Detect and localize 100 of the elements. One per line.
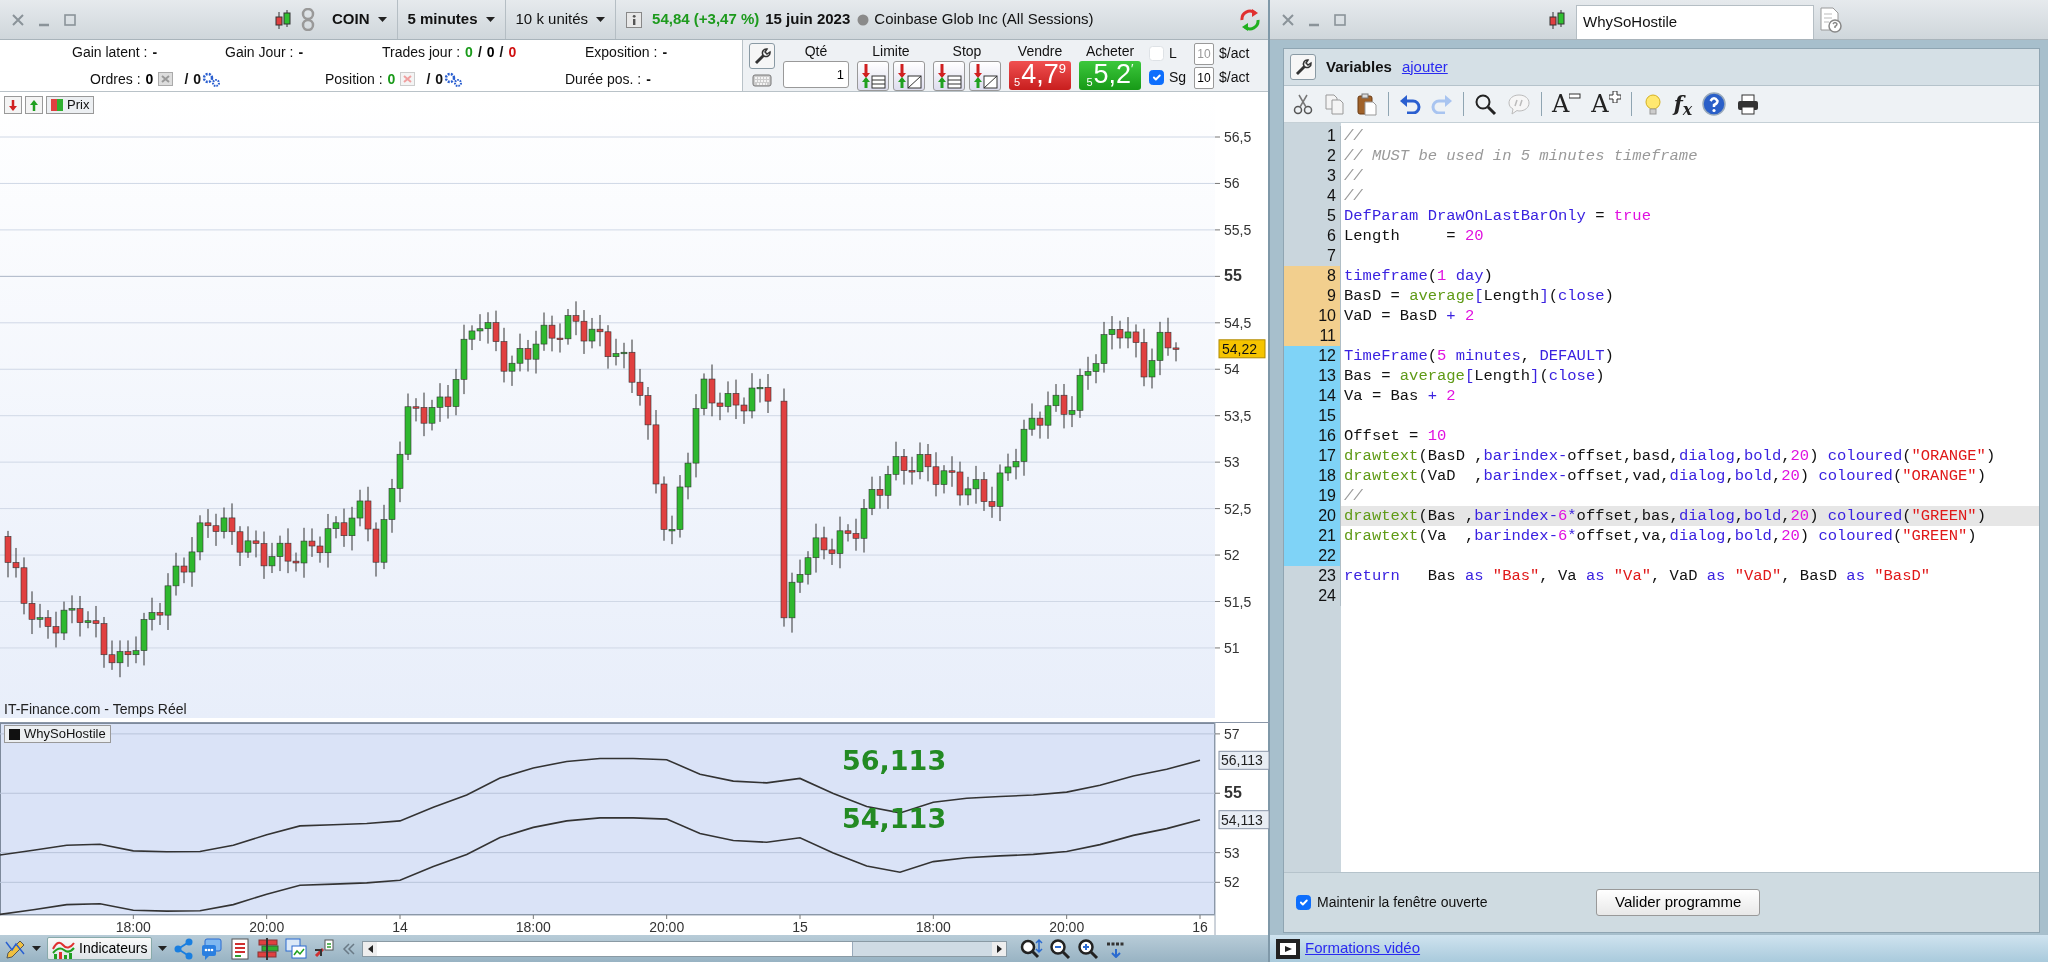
code-line[interactable]: Bas = average[Length](close): [1341, 366, 2039, 386]
expand-button[interactable]: [25, 96, 43, 114]
tick-mark: [532, 914, 534, 920]
price-badge: 54,22: [1218, 339, 1266, 359]
offset-field[interactable]: 10: [1194, 66, 1214, 89]
stop-order-button[interactable]: [969, 61, 1001, 91]
line-number: 21: [1284, 526, 1341, 546]
code-line[interactable]: Offset = 10: [1341, 426, 2039, 446]
checkbox-label: Maintenir la fenêtre ouverte: [1317, 893, 1488, 912]
code-line[interactable]: TimeFrame(5 minutes, DEFAULT): [1341, 346, 2039, 366]
decrease-font-button[interactable]: A: [1552, 91, 1582, 117]
stat-label: Position :: [325, 69, 383, 89]
axis-label: 52: [1224, 547, 1240, 564]
search-icon[interactable]: [1474, 92, 1497, 116]
candlestick-icon[interactable]: [1546, 8, 1568, 31]
candlestick-icon[interactable]: [272, 8, 294, 31]
paste-icon[interactable]: [1356, 92, 1378, 116]
indicators-button[interactable]: Indicateurs: [47, 937, 153, 960]
tick-mark: [1214, 792, 1221, 794]
axis-label: 20:00: [249, 919, 285, 935]
axis-label: 52: [1224, 874, 1240, 891]
checkbox[interactable]: [1296, 895, 1311, 910]
limit-order-button[interactable]: [857, 61, 889, 91]
unit-label: $/act: [1219, 68, 1250, 87]
line-number: 8: [1284, 266, 1341, 286]
code-line[interactable]: DefParam DrawOnLastBarOnly = true: [1341, 206, 2039, 226]
caret-icon[interactable]: [158, 946, 168, 951]
limit-order-button[interactable]: [893, 61, 925, 91]
gears-icon[interactable]: [202, 71, 222, 87]
code-line[interactable]: timeframe(1 day): [1341, 266, 2039, 286]
collapse-button[interactable]: [4, 96, 22, 114]
function-button[interactable]: f$_{x}$: [1673, 88, 1693, 120]
axis-label: 20:00: [1049, 919, 1085, 935]
right-arrow-icon[interactable]: [995, 943, 1004, 954]
code-line[interactable]: drawtext(VaD ,barindex-offset,vad,dialog,bold,20) coloured("ORANGE"): [1341, 466, 2039, 486]
tick-mark: [1214, 461, 1221, 463]
code-line[interactable]: Va = Bas + 2: [1341, 386, 2039, 406]
list-icon[interactable]: [229, 937, 252, 960]
cancel-icon[interactable]: [158, 72, 174, 86]
axis-label: 14: [392, 919, 408, 935]
tools-icon[interactable]: [313, 937, 336, 960]
tick-mark: [932, 914, 934, 920]
refresh-icon[interactable]: [1238, 7, 1262, 32]
code-line[interactable]: BasD = average[Length](close): [1341, 286, 2039, 306]
code-line[interactable]: return Bas as "Bas", Va as "Va", VaD as "VaD", BasD as "BasD": [1341, 566, 2039, 586]
timeframe-dropdown[interactable]: 5 minutes: [397, 0, 506, 39]
zoom-out-icon[interactable]: [1049, 937, 1072, 960]
stat-value: 0: [145, 69, 154, 89]
unit-label: $/act: [1219, 44, 1250, 63]
windows-icon[interactable]: [285, 937, 308, 960]
scroll-thumb[interactable]: [852, 941, 993, 956]
line-number: 6: [1284, 226, 1341, 246]
stat-value: -: [298, 42, 304, 62]
document-help-icon[interactable]: [1818, 6, 1844, 33]
stop-order-button[interactable]: [933, 61, 965, 91]
undo-icon[interactable]: [1399, 94, 1421, 114]
window-tab[interactable]: WhySoHostile: [1576, 5, 1814, 39]
cut-icon[interactable]: [1292, 93, 1314, 115]
checkbox[interactable]: [1149, 70, 1164, 85]
up-arrow-icon: [27, 98, 41, 112]
scrollbar[interactable]: [362, 940, 1008, 957]
tick-mark: [1214, 275, 1221, 277]
line-number: 10: [1284, 306, 1341, 326]
tick-mark: [399, 914, 401, 920]
gears-icon[interactable]: [444, 71, 464, 87]
legend-tag[interactable]: WhySoHostile: [4, 725, 111, 743]
double-chevron-icon[interactable]: [341, 941, 357, 956]
code-line[interactable]: VaD = BasD + 2: [1341, 306, 2039, 326]
legend-tag[interactable]: Prix: [46, 96, 95, 114]
quantity-label: Qté: [804, 43, 828, 59]
quantity-dropdown[interactable]: 10 k unités: [505, 0, 617, 39]
symbol-dropdown[interactable]: COIN: [322, 0, 398, 39]
code-line[interactable]: drawtext(Va ,barindex-6*offset,va,dialog,bold,20) coloured("GREEN"): [1341, 526, 2039, 546]
bricks-icon[interactable]: [257, 937, 280, 960]
caret-icon[interactable]: [32, 946, 41, 951]
info-icon[interactable]: [626, 11, 643, 28]
wrench-button[interactable]: [1290, 54, 1316, 80]
code-line[interactable]: Length = 20: [1341, 226, 2039, 246]
add-link[interactable]: ajouter: [1401, 55, 1448, 79]
tick-mark: [1214, 647, 1221, 649]
wrench-button[interactable]: [749, 43, 775, 69]
chat-icon[interactable]: [201, 937, 224, 960]
source-text: IT-Finance.com - Temps Réel: [4, 701, 187, 717]
increase-font-button[interactable]: A: [1591, 91, 1621, 117]
zoom-in-icon[interactable]: [1077, 937, 1100, 960]
code-line[interactable]: drawtext(BasD ,barindex-offset,basd,dialog,bold,20) coloured("ORANGE"): [1341, 446, 2039, 466]
print-icon[interactable]: [1736, 92, 1761, 116]
tick-mark: [666, 914, 668, 920]
zoom-fit-icon[interactable]: [1019, 937, 1044, 960]
left-arrow-icon[interactable]: [366, 943, 375, 954]
help-icon[interactable]: [1702, 92, 1727, 116]
axis-label: 54,5: [1224, 314, 1252, 331]
keyboard-icon[interactable]: [752, 73, 772, 88]
film-icon[interactable]: [1276, 938, 1300, 959]
plus-icon: [1608, 91, 1621, 103]
video-link[interactable]: Formations vidéo: [1305, 937, 1421, 960]
validate-button[interactable]: Valider programme: [1596, 889, 1761, 916]
tick-mark: [132, 914, 134, 920]
option-label: Sg: [1169, 68, 1188, 87]
quantity-field[interactable]: 1: [783, 61, 849, 88]
